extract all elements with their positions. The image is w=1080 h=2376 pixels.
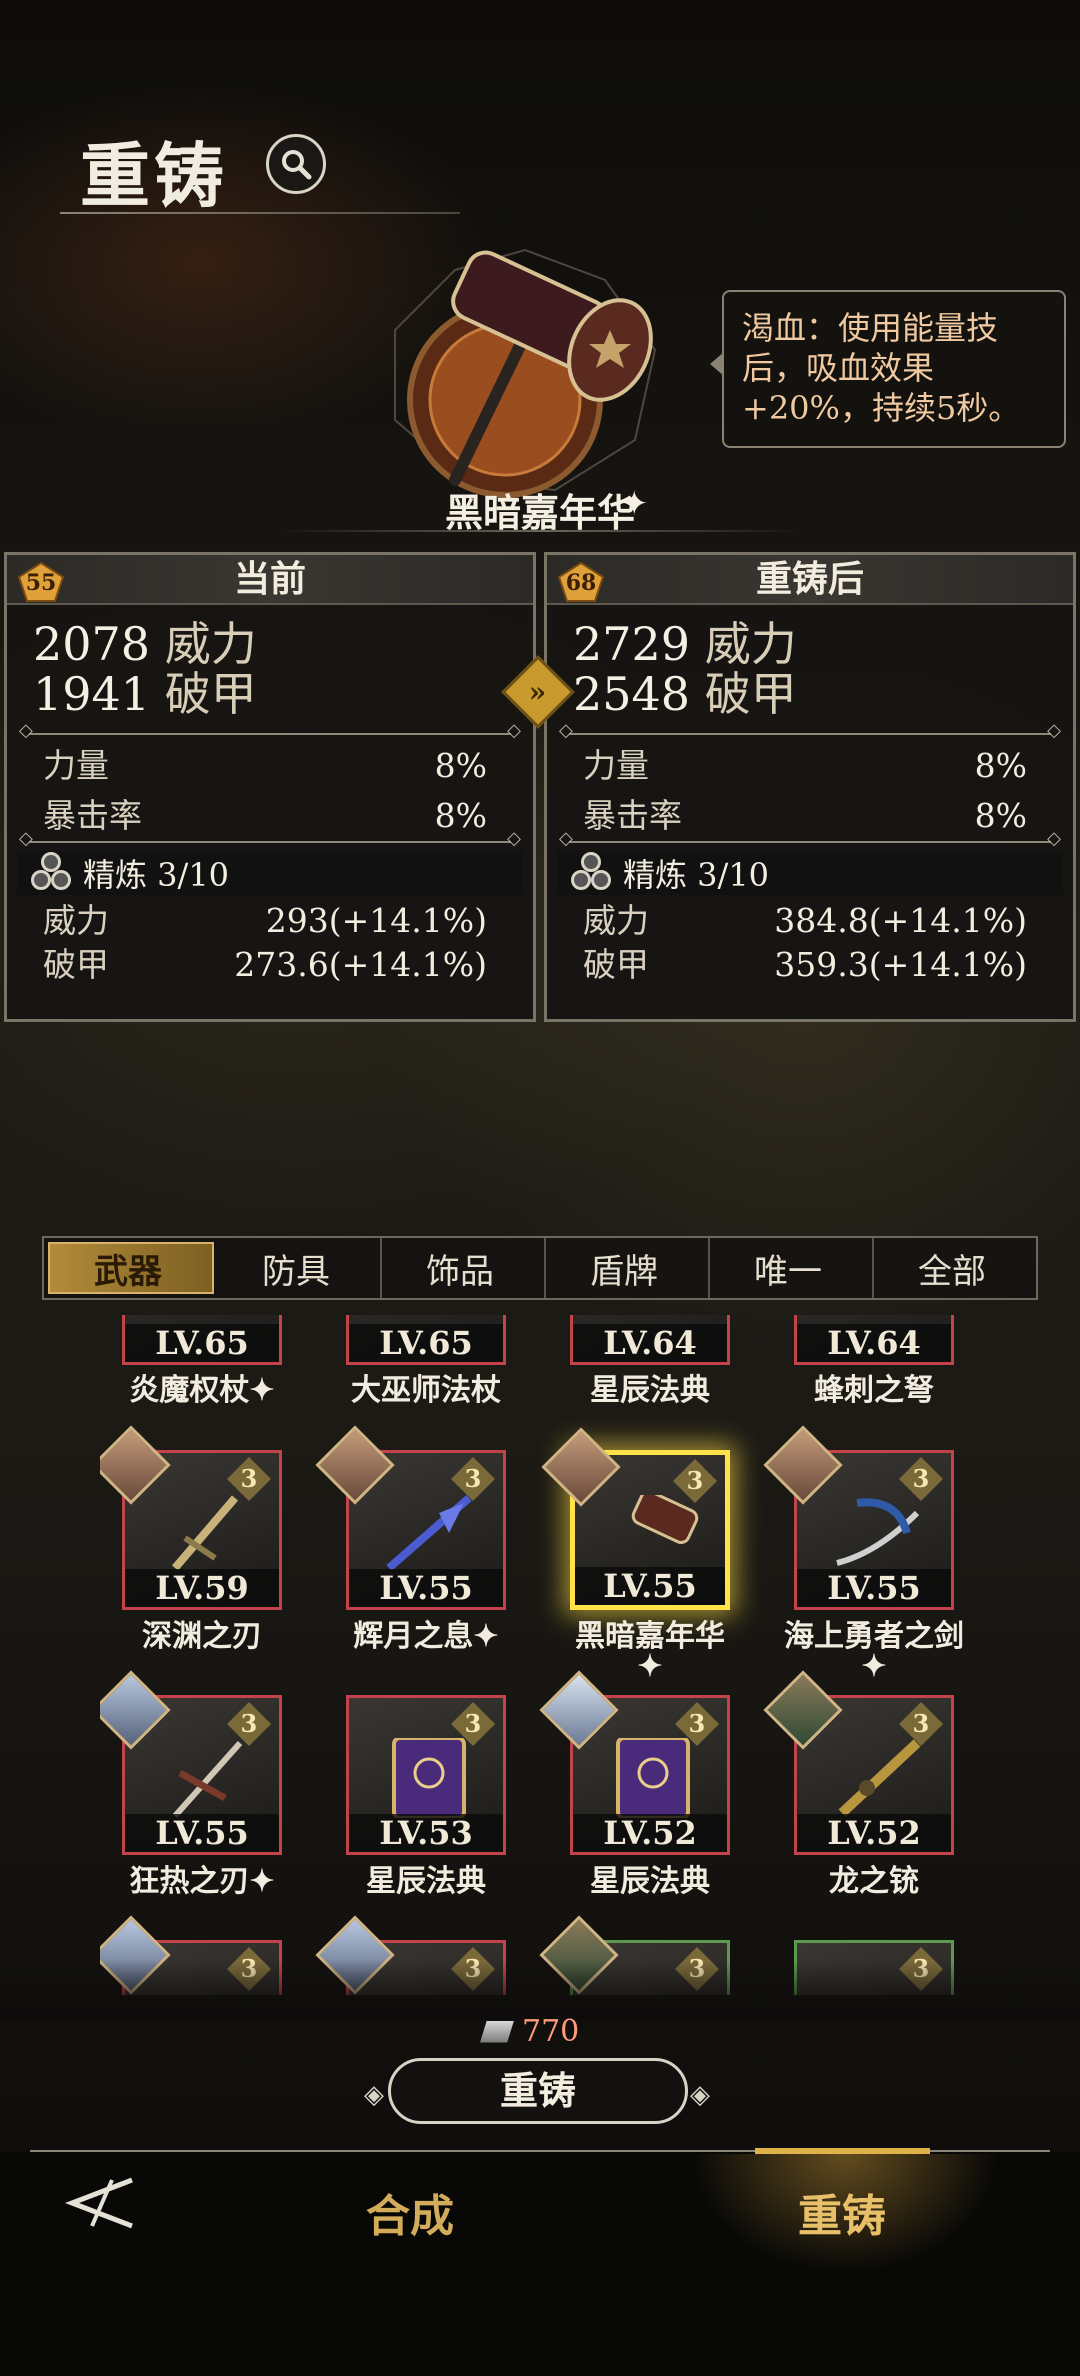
after-level: 68 bbox=[565, 570, 597, 596]
gun-icon bbox=[838, 1739, 921, 1817]
item-name: 辉月之息✦ bbox=[353, 1619, 499, 1654]
tab-armor[interactable]: 防具 bbox=[218, 1238, 382, 1298]
after-armor-break: 2548 破甲 bbox=[573, 667, 797, 721]
featured-item-name: 黑暗嘉年华 bbox=[444, 490, 635, 535]
grid-fade bbox=[0, 1960, 1080, 2020]
after-power: 2729 威力 bbox=[573, 617, 797, 671]
currency-amount: 770 bbox=[522, 2014, 580, 2049]
dagger-icon bbox=[171, 1495, 239, 1571]
refine-icon bbox=[569, 852, 615, 894]
tab-all[interactable]: 全部 bbox=[874, 1238, 1036, 1298]
item-card[interactable]: LV.65 bbox=[346, 1315, 506, 1365]
diamond-ornament-icon: ◈ bbox=[690, 2080, 710, 2110]
current-level: 55 bbox=[25, 570, 57, 596]
polearm-icon bbox=[386, 1494, 472, 1572]
tome-icon bbox=[616, 1738, 690, 1818]
item-card[interactable]: 3 LV.55 bbox=[100, 1670, 282, 1855]
divider bbox=[559, 720, 1061, 741]
skill-tooltip: 渴血：使用能量技后，吸血效果+20%，持续5秒。 bbox=[710, 290, 1066, 448]
refine-stat-row: 威力 293(+14.1%) bbox=[43, 901, 487, 940]
after-panel-header: 68 重铸后 bbox=[547, 555, 1073, 605]
divider bbox=[559, 828, 1061, 849]
category-tabs: 武器 防具 饰品 盾牌 唯一 全部 bbox=[42, 1236, 1038, 1300]
currency-display: 770 bbox=[480, 2014, 579, 2049]
item-card[interactable]: 3 LV.55 bbox=[315, 1425, 506, 1610]
ingot-icon bbox=[480, 2020, 514, 2043]
reforge-button[interactable]: 重铸 bbox=[388, 2058, 688, 2124]
item-card[interactable]: 3 LV.52 bbox=[539, 1670, 730, 1855]
item-card[interactable]: 3 LV.55 bbox=[763, 1425, 954, 1610]
item-name: 大巫师法杖 bbox=[351, 1373, 501, 1408]
item-grid: LV.65 LV.65 LV.64 LV.64 炎魔权杖✦ 大巫师法杖 星辰法典… bbox=[100, 1315, 980, 1995]
refine-row: 精炼 3/10 bbox=[17, 851, 523, 895]
tab-unique[interactable]: 唯一 bbox=[710, 1238, 874, 1298]
page-title: 重铸 bbox=[80, 134, 228, 217]
back-icon[interactable] bbox=[52, 2172, 138, 2234]
refine-stat-row: 破甲 359.3(+14.1%) bbox=[583, 945, 1027, 984]
active-indicator bbox=[755, 2148, 930, 2154]
stat-row: 暴击率 8% bbox=[43, 796, 487, 835]
search-icon bbox=[282, 150, 312, 180]
divider bbox=[19, 720, 521, 741]
current-panel-header: 55 当前 bbox=[7, 555, 533, 605]
refine-icon bbox=[29, 852, 75, 894]
nav-compose[interactable]: 合成 bbox=[366, 2180, 454, 2244]
current-label: 当前 bbox=[233, 558, 306, 600]
stat-row: 力量 8% bbox=[583, 746, 1027, 785]
tab-shield[interactable]: 盾牌 bbox=[546, 1238, 710, 1298]
sparkle-icon: ✦ bbox=[620, 484, 649, 524]
item-name: 星辰法典 bbox=[366, 1864, 486, 1899]
sword-icon bbox=[172, 1741, 243, 1818]
item-name: 深渊之刃 bbox=[142, 1619, 262, 1654]
search-button[interactable] bbox=[266, 134, 326, 194]
current-armor-break: 1941 破甲 bbox=[33, 667, 257, 721]
item-card[interactable]: LV.65 bbox=[122, 1315, 282, 1365]
stat-row: 力量 8% bbox=[43, 746, 487, 785]
item-name: 炎魔权杖✦ bbox=[129, 1373, 275, 1408]
item-name: 星辰法典 bbox=[590, 1373, 710, 1408]
after-stats-panel: 68 重铸后 2729 威力 2548 破甲 力量8% 暴击率8% 精炼 3/1… bbox=[544, 552, 1076, 1022]
item-name: 蜂刺之弩 bbox=[814, 1373, 934, 1408]
current-power: 2078 威力 bbox=[33, 617, 257, 671]
item-card[interactable]: LV.64 bbox=[794, 1315, 954, 1365]
item-card[interactable]: LV.64 bbox=[570, 1315, 730, 1365]
item-name: 星辰法典 bbox=[590, 1864, 710, 1899]
title-divider bbox=[60, 212, 460, 214]
hammer-icon bbox=[617, 1495, 699, 1575]
item-name: 狂热之刃✦ bbox=[129, 1864, 275, 1899]
sword-icon bbox=[836, 1498, 920, 1566]
nav-reforge[interactable]: 重铸 bbox=[798, 2180, 886, 2244]
diamond-ornament-icon: ◈ bbox=[364, 2080, 384, 2110]
divider bbox=[19, 828, 521, 849]
name-divider bbox=[280, 530, 800, 532]
featured-weapon-emblem bbox=[394, 248, 657, 498]
item-card[interactable]: 3 LV.59 bbox=[100, 1425, 282, 1610]
item-card-selected[interactable]: 3 LV.55 bbox=[541, 1427, 730, 1610]
refine-stat-row: 威力 384.8(+14.1%) bbox=[583, 901, 1027, 940]
item-card[interactable]: 3 LV.53 bbox=[346, 1695, 506, 1855]
item-card[interactable]: 3 LV.52 bbox=[763, 1670, 954, 1855]
current-stats-panel: 55 当前 2078 威力 1941 破甲 力量8% 暴击率8% 精炼 3/10… bbox=[4, 552, 536, 1022]
tab-accessory[interactable]: 饰品 bbox=[382, 1238, 546, 1298]
tab-weapon[interactable]: 武器 bbox=[48, 1242, 214, 1294]
stat-row: 暴击率 8% bbox=[583, 796, 1027, 835]
refine-stat-row: 破甲 273.6(+14.1%) bbox=[43, 945, 487, 984]
tome-icon bbox=[392, 1738, 466, 1818]
refine-row: 精炼 3/10 bbox=[557, 851, 1063, 895]
after-label: 重铸后 bbox=[755, 558, 864, 600]
item-name: 龙之铳 bbox=[829, 1864, 919, 1899]
